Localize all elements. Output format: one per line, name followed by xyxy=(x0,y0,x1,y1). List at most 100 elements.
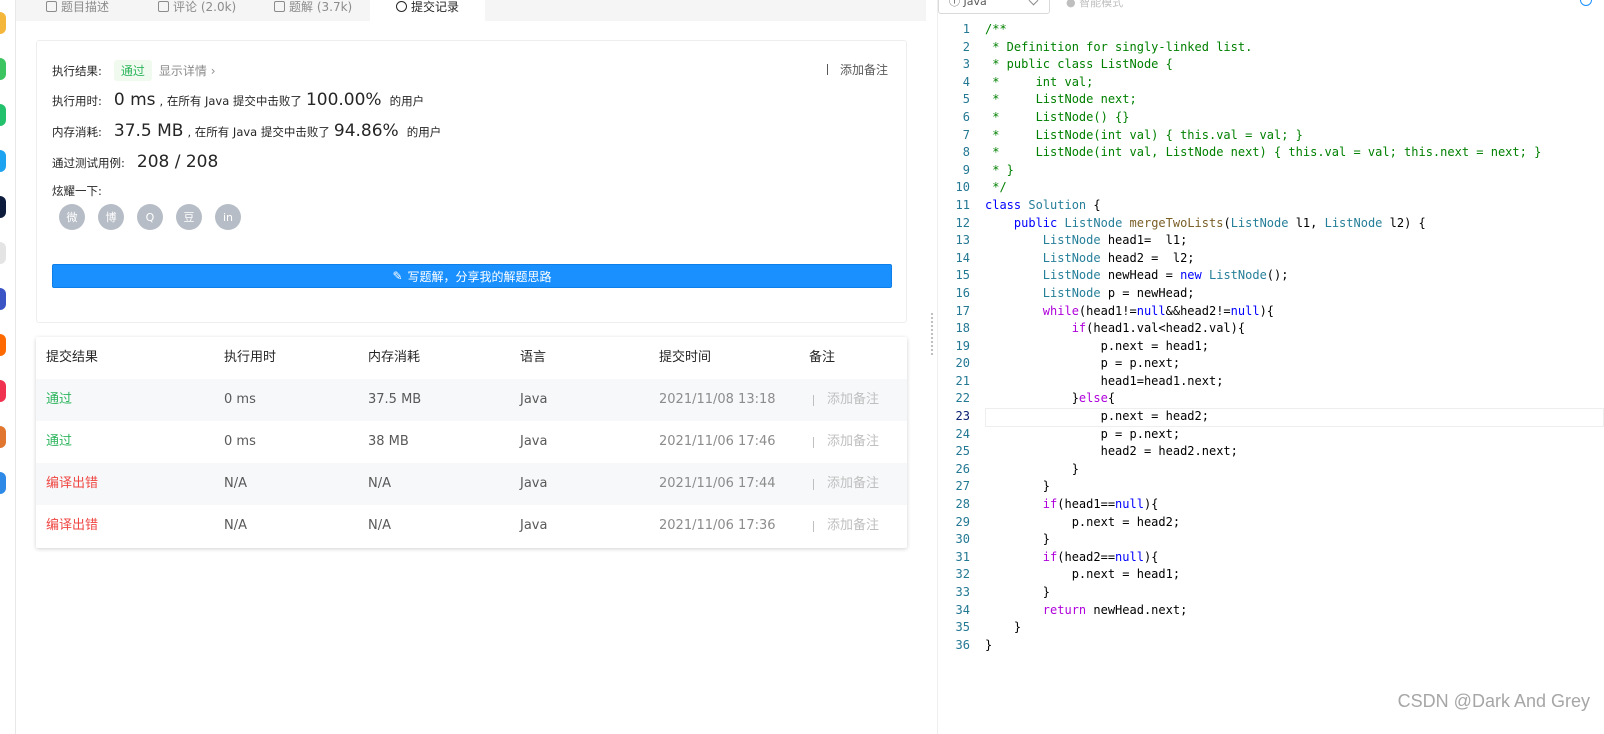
code-line[interactable]: 21 head1=head1.next; xyxy=(938,373,1604,391)
code-line[interactable]: 18 if(head1.val<head2.val){ xyxy=(938,320,1604,338)
tab-comments[interactable]: 评论 (2.0k) xyxy=(158,0,236,21)
code-text[interactable]: return newHead.next; xyxy=(985,602,1188,620)
weibo-icon[interactable]: 博 xyxy=(98,204,124,230)
dock-app-icon[interactable] xyxy=(0,58,6,80)
table-row[interactable]: 编译出错 N/A N/A Java 2021/11/06 17:44 添加备注 xyxy=(36,463,907,505)
code-text[interactable]: /** xyxy=(985,21,1007,39)
add-note-button[interactable]: 添加备注 xyxy=(813,505,879,547)
code-line[interactable]: 19 p.next = head1; xyxy=(938,338,1604,356)
table-row[interactable]: 通过 0 ms 37.5 MB Java 2021/11/08 13:18 添加备注 xyxy=(36,379,907,421)
code-line[interactable]: 33 } xyxy=(938,584,1604,602)
code-text[interactable]: ListNode p = newHead; xyxy=(985,285,1195,303)
code-line[interactable]: 34 return newHead.next; xyxy=(938,602,1604,620)
code-text[interactable]: * int val; xyxy=(985,74,1093,92)
code-line[interactable]: 31 if(head2==null){ xyxy=(938,549,1604,567)
code-text[interactable]: p = p.next; xyxy=(985,355,1180,373)
tab-solutions[interactable]: 题解 (3.7k) xyxy=(274,0,352,21)
code-text[interactable]: */ xyxy=(985,179,1006,197)
code-text[interactable]: } xyxy=(985,478,1050,496)
table-row[interactable]: 编译出错 N/A N/A Java 2021/11/06 17:36 添加备注 xyxy=(36,505,907,547)
code-line[interactable]: 3 * public class ListNode { xyxy=(938,56,1604,74)
code-editor[interactable]: ⓘ Java ● 智能模式 1/** 2 * Definition for sin… xyxy=(938,0,1604,734)
pane-splitter[interactable] xyxy=(926,0,938,734)
cell-status[interactable]: 通过 xyxy=(46,421,72,463)
cell-status[interactable]: 通过 xyxy=(46,379,72,421)
code-line[interactable]: 17 while(head1!=null&&head2!=null){ xyxy=(938,303,1604,321)
code-line[interactable]: 26 } xyxy=(938,461,1604,479)
show-details-link[interactable]: 显示详情 › xyxy=(159,62,216,79)
cell-status[interactable]: 编译出错 xyxy=(46,505,98,547)
code-line[interactable]: 8 * ListNode(int val, ListNode next) { t… xyxy=(938,144,1604,162)
douban-icon[interactable]: 豆 xyxy=(176,204,202,230)
code-line[interactable]: 10 */ xyxy=(938,179,1604,197)
language-select[interactable]: ⓘ Java xyxy=(938,0,1050,14)
code-text[interactable]: * Definition for singly-linked list. xyxy=(985,39,1252,57)
table-row[interactable]: 通过 0 ms 38 MB Java 2021/11/06 17:46 添加备注 xyxy=(36,421,907,463)
dock-app-icon[interactable] xyxy=(0,104,6,126)
code-line[interactable]: 7 * ListNode(int val) { this.val = val; … xyxy=(938,127,1604,145)
code-line[interactable]: 27 } xyxy=(938,478,1604,496)
code-line[interactable]: 6 * ListNode() {} xyxy=(938,109,1604,127)
code-line[interactable]: 25 head2 = head2.next; xyxy=(938,443,1604,461)
dock-app-icon[interactable] xyxy=(0,380,6,402)
code-line[interactable]: 28 if(head1==null){ xyxy=(938,496,1604,514)
code-text[interactable]: head1=head1.next; xyxy=(985,373,1224,391)
dock-app-icon[interactable] xyxy=(0,288,6,310)
code-line[interactable]: 13 ListNode head1= l1; xyxy=(938,232,1604,250)
code-text[interactable]: } xyxy=(985,531,1050,549)
code-line[interactable]: 2 * Definition for singly-linked list. xyxy=(938,39,1604,57)
code-area[interactable]: 1/** 2 * Definition for singly-linked lis… xyxy=(938,21,1604,654)
add-note-button[interactable]: 添加备注 xyxy=(813,463,879,505)
code-line[interactable]: 22 }else{ xyxy=(938,390,1604,408)
code-text[interactable]: } xyxy=(985,637,992,655)
code-text[interactable]: p.next = head1; xyxy=(985,338,1209,356)
dock-app-icon[interactable] xyxy=(0,334,6,356)
code-line[interactable]: 32 p.next = head1; xyxy=(938,566,1604,584)
code-text[interactable]: * public class ListNode { xyxy=(985,56,1173,74)
tab-description[interactable]: 题目描述 xyxy=(46,0,109,21)
code-text[interactable]: if(head2==null){ xyxy=(985,549,1159,567)
clock-icon[interactable] xyxy=(1580,0,1592,6)
code-text[interactable]: } xyxy=(985,584,1050,602)
code-text[interactable]: p.next = head2; xyxy=(985,408,1209,426)
code-text[interactable]: p.next = head2; xyxy=(985,514,1180,532)
code-line[interactable]: 1 /** xyxy=(938,21,1604,39)
code-text[interactable]: * ListNode next; xyxy=(985,91,1137,109)
dock-app-icon[interactable] xyxy=(0,196,6,218)
smart-mode-toggle[interactable]: ● 智能模式 xyxy=(1066,0,1123,10)
code-text[interactable]: while(head1!=null&&head2!=null){ xyxy=(985,303,1274,321)
linkedin-icon[interactable]: in xyxy=(215,204,241,230)
add-note-button[interactable]: 添加备注 xyxy=(813,379,879,421)
cell-status[interactable]: 编译出错 xyxy=(46,463,98,505)
code-line[interactable]: 29 p.next = head2; xyxy=(938,514,1604,532)
dock-app-icon[interactable] xyxy=(0,242,6,264)
dock-app-icon[interactable] xyxy=(0,472,6,494)
code-line[interactable]: 4 * int val; xyxy=(938,74,1604,92)
wechat-icon[interactable]: 微 xyxy=(59,204,85,230)
code-text[interactable]: }else{ xyxy=(985,390,1115,408)
drag-handle-icon[interactable] xyxy=(931,313,933,355)
code-text[interactable]: if(head1.val<head2.val){ xyxy=(985,320,1245,338)
code-line[interactable]: 23 p.next = head2; xyxy=(938,408,1604,427)
code-line[interactable]: 16 ListNode p = newHead; xyxy=(938,285,1604,303)
code-text[interactable]: p.next = head1; xyxy=(985,566,1180,584)
dock-app-icon[interactable] xyxy=(0,12,6,34)
code-line[interactable]: 9 * } xyxy=(938,162,1604,180)
code-text[interactable]: class Solution { xyxy=(985,197,1101,215)
code-line[interactable]: 35 } xyxy=(938,619,1604,637)
code-text[interactable]: head2 = head2.next; xyxy=(985,443,1238,461)
tab-submissions[interactable]: 提交记录 xyxy=(370,0,486,21)
code-text[interactable]: ListNode newHead = new ListNode(); xyxy=(985,267,1289,285)
code-text[interactable]: } xyxy=(985,619,1021,637)
code-text[interactable]: * } xyxy=(985,162,1014,180)
code-text[interactable]: * ListNode() {} xyxy=(985,109,1129,127)
dock-app-icon[interactable] xyxy=(0,426,6,448)
code-text[interactable]: ListNode head1= l1; xyxy=(985,232,1188,250)
code-text[interactable]: * ListNode(int val, ListNode next) { thi… xyxy=(985,144,1541,162)
qq-icon[interactable]: Q xyxy=(137,204,163,230)
add-note-button[interactable]: 添加备注 xyxy=(826,61,888,78)
code-text[interactable]: if(head1==null){ xyxy=(985,496,1159,514)
code-line[interactable]: 30 } xyxy=(938,531,1604,549)
dock-app-icon[interactable] xyxy=(0,150,6,172)
add-note-button[interactable]: 添加备注 xyxy=(813,421,879,463)
